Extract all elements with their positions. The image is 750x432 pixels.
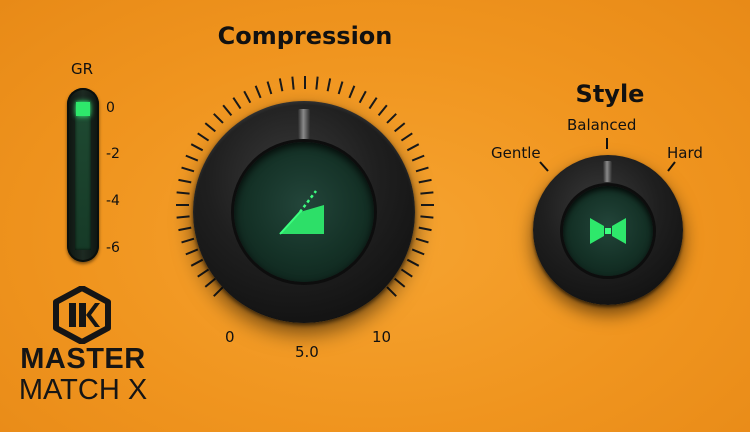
brand-name-line2: MATCH X [18, 374, 148, 406]
compression-scale-tick [254, 85, 262, 99]
compression-scale-tick [181, 237, 195, 244]
style-display [563, 186, 653, 276]
gr-scale-2: -2 [106, 146, 120, 162]
compression-scale-tick [185, 154, 199, 162]
compression-scale-tick [197, 268, 210, 278]
compression-scale-tick [406, 258, 420, 267]
compression-scale-tick [400, 132, 413, 142]
ik-logo-icon [52, 285, 112, 348]
compression-scale-tick [291, 76, 295, 90]
compression-scale-tick [278, 78, 284, 92]
compression-scale-tick [176, 215, 190, 219]
brand-name-line1: MASTER [20, 343, 146, 375]
compression-scale-tick [337, 81, 344, 95]
compression-scale-tick [190, 258, 204, 267]
style-knob[interactable] [533, 155, 683, 305]
compression-title: Compression [217, 22, 393, 50]
compression-scale-mid: 5.0 [295, 343, 319, 361]
compression-scale-tick [394, 277, 406, 288]
compression-scale-tick [204, 277, 216, 288]
style-option-hard[interactable]: Hard [667, 144, 703, 162]
compression-scale-tick [266, 81, 273, 95]
compression-scale-tick [386, 113, 397, 124]
style-option-gentle[interactable]: Gentle [491, 144, 541, 162]
style-option-balanced[interactable]: Balanced [567, 116, 636, 134]
gain-reduction-meter [67, 88, 99, 262]
compression-scale-tick [418, 226, 432, 232]
bowtie-icon [590, 218, 626, 244]
style-knob-indicator [603, 161, 612, 182]
compression-scale-tick [415, 237, 429, 244]
compression-scale-tick [190, 143, 204, 152]
gr-scale-6: -6 [106, 240, 120, 256]
gr-meter-track [75, 100, 91, 250]
compression-scale-tick [232, 97, 242, 110]
compression-scale-tick [326, 78, 332, 92]
compression-scale-tick [411, 248, 425, 256]
compression-scale-tick [178, 226, 192, 232]
compression-scale-tick [418, 178, 432, 184]
compression-scale-tick [348, 85, 356, 99]
compression-scale-min: 0 [225, 328, 235, 346]
compression-scale-max: 10 [372, 328, 392, 346]
compression-scale-tick [400, 268, 413, 278]
gr-meter-led [76, 102, 90, 116]
compression-scale-tick [222, 104, 233, 116]
compression-scale-tick [358, 90, 367, 104]
gr-label: GR [70, 60, 94, 78]
compression-knob-indicator [298, 109, 310, 139]
compression-knob[interactable] [193, 101, 415, 323]
compression-scale-tick [377, 104, 388, 116]
compression-scale-tick [420, 191, 434, 195]
compression-display [234, 142, 374, 282]
compression-scale-tick [411, 154, 425, 162]
compression-scale-tick [406, 143, 420, 152]
compression-scale-tick [204, 122, 216, 133]
compression-scale-tick [181, 166, 195, 173]
compression-scale-tick [420, 215, 434, 219]
compression-scale-tick [394, 122, 406, 133]
compression-scale-tick [213, 286, 224, 297]
compression-scale-tick [315, 76, 319, 90]
compression-scale-tick [368, 97, 378, 110]
compression-scale-tick [243, 90, 252, 104]
compression-scale-tick [213, 113, 224, 124]
compression-scale-tick [176, 191, 190, 195]
style-title: Style [575, 80, 645, 108]
compression-scale-tick [185, 248, 199, 256]
compression-scale-tick [178, 178, 192, 184]
gr-scale-4: -4 [106, 193, 120, 209]
gr-scale-0: 0 [106, 100, 115, 116]
compression-scale-tick [386, 286, 397, 297]
compression-scale-tick [415, 166, 429, 173]
compression-curve-icon [279, 190, 324, 235]
compression-scale-tick [197, 132, 210, 142]
